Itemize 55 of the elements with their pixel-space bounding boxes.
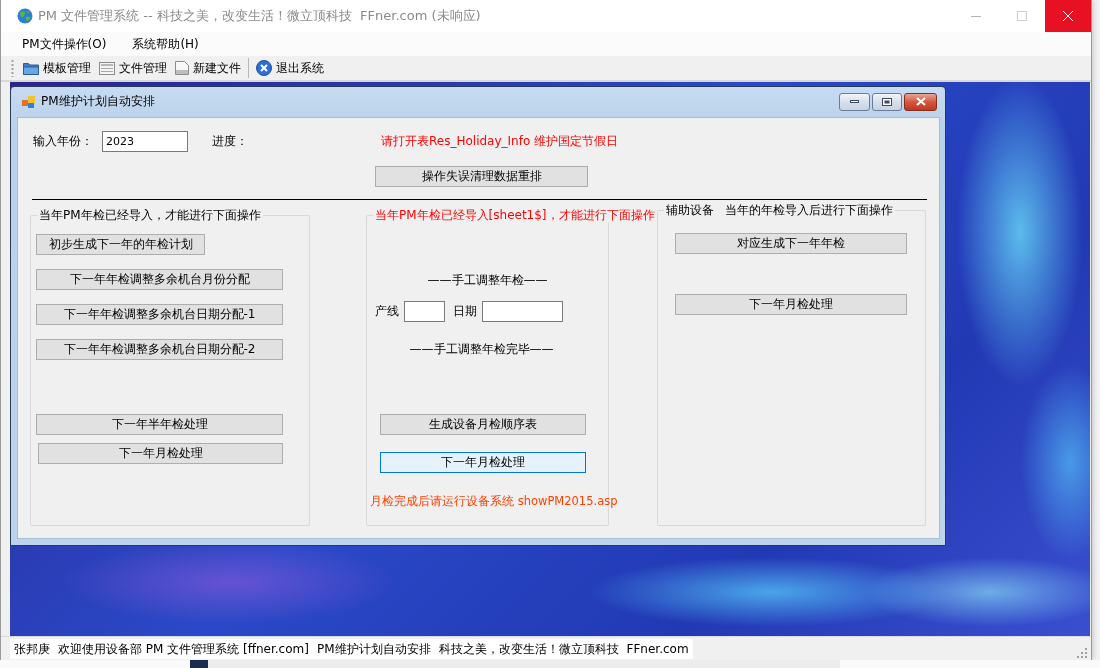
reset-button[interactable]: 操作失误清理数据重排 [375, 166, 588, 187]
status-text: 张邦庚 [10, 638, 54, 659]
group-legend: 当年PM年检已经导入，才能进行下面操作 [37, 207, 263, 223]
toolbar-button[interactable]: 退出系统 [252, 57, 328, 79]
close-icon [915, 97, 926, 106]
action-button[interactable]: 下一年年检调整多余机台日期分配-2 [36, 339, 283, 360]
form-icon [99, 61, 115, 75]
status-text: PM维护计划自动安排 [312, 638, 435, 659]
window-title: PM 文件管理系统 -- 科技之美，改变生活！微立顶科技 FFner.com (未响应) [38, 7, 481, 25]
action-button[interactable]: 生成设备月检顺序表 [380, 414, 586, 435]
folder-icon [23, 61, 39, 75]
action-button[interactable]: 下一年月检处理 [380, 452, 586, 473]
menu-item[interactable]: 系统帮助(H) [125, 33, 206, 55]
action-button[interactable]: 下一年年检调整多余机台月份分配 [36, 269, 283, 290]
close-circle-icon [256, 60, 272, 76]
globe-icon [17, 8, 33, 24]
action-button[interactable]: 初步生成下一年的年检计划 [36, 234, 205, 255]
menu-item[interactable]: PM文件操作(O) [15, 33, 114, 55]
maximize-icon [1017, 11, 1027, 21]
action-button[interactable]: 下一年年检调整多余机台日期分配-1 [36, 304, 283, 325]
toolbar-button[interactable]: 模板管理 [19, 57, 95, 79]
maximize-button[interactable] [872, 92, 902, 111]
section-label: ——手工调整年检—— [426, 273, 549, 288]
status-text: 欢迎使用设备部 PM 文件管理系统 [ffner.com] [54, 638, 313, 659]
maximize-icon [882, 97, 892, 106]
group-legend: 辅助设备 当年的年检导入后进行下面操作 [664, 202, 896, 218]
close-button[interactable] [904, 92, 937, 111]
resize-grip-icon [1077, 648, 1087, 658]
minimize-icon [971, 15, 981, 17]
notice-text: 请打开表Res_Holiday_Info 维护国定节假日 [381, 133, 619, 150]
action-button[interactable]: 下一年半年检处理 [36, 414, 283, 435]
toolbar-button[interactable]: 新建文件 [171, 57, 245, 79]
grip-icon [11, 59, 14, 77]
year-input[interactable]: 2023 [102, 131, 188, 152]
action-button[interactable]: 下一年月检处理 [38, 443, 283, 464]
window-title: PM维护计划自动安排 [41, 93, 155, 110]
date-input[interactable] [482, 301, 563, 322]
squares-icon [22, 94, 36, 109]
toolbar-button[interactable]: 文件管理 [95, 57, 171, 79]
close-icon [1063, 11, 1073, 21]
progress-label: 进度： [212, 133, 249, 150]
status-text: FFner.com [622, 638, 693, 659]
minimize-icon [850, 100, 859, 103]
line-label: 产线 [375, 303, 399, 320]
document-icon [175, 61, 189, 75]
action-button[interactable]: 对应生成下一年年检 [675, 233, 907, 254]
group-legend: 当年PM年检已经导入[sheet1$]，才能进行下面操作 [373, 207, 657, 223]
section-label: ——手工调整年检完毕—— [408, 342, 555, 357]
date-label: 日期 [453, 303, 477, 320]
status-text: 科技之美，改变生活！微立顶科技 [434, 638, 623, 659]
note-text: 月检完成后请运行设备系统 showPM2015.asp [370, 494, 618, 509]
year-label: 输入年份： [33, 133, 94, 150]
action-button[interactable]: 下一年月检处理 [675, 294, 907, 315]
minimize-button[interactable] [839, 92, 870, 111]
line-input[interactable] [404, 301, 445, 322]
